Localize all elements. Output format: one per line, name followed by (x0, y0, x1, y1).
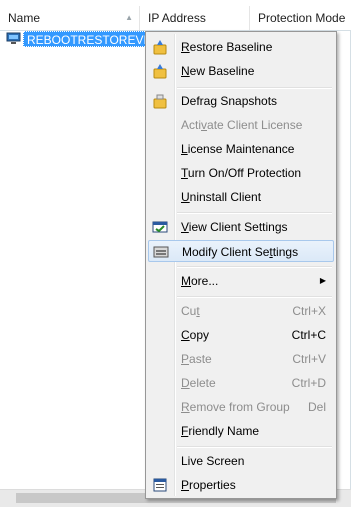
menu-item-delete: Delete Ctrl+D (148, 372, 334, 394)
menu-item-label: View Client Settings (181, 220, 288, 234)
menu-item-label: Activate Client License (181, 118, 303, 132)
properties-icon (153, 478, 167, 492)
menu-item-copy[interactable]: Copy Ctrl+C (148, 324, 334, 346)
menu-separator (177, 296, 332, 298)
modify-settings-icon (153, 246, 169, 258)
menu-separator (177, 212, 332, 214)
shortcut-label: Ctrl+C (291, 328, 326, 342)
column-header-name[interactable]: Name ▲ (0, 6, 140, 30)
shortcut-label: Ctrl+X (292, 304, 326, 318)
menu-item-label: New Baseline (181, 64, 255, 78)
menu-separator (177, 87, 332, 89)
menu-item-remove-from-group: Remove from Group Del (148, 396, 334, 418)
context-menu: Restore Baseline New Baseline Defrag Sna… (145, 31, 337, 499)
menu-item-label: Cut (181, 304, 200, 318)
table-row[interactable]: REBOOTRESTOREVM (4, 31, 158, 47)
menu-item-friendly-name[interactable]: Friendly Name (148, 420, 334, 442)
menu-item-live-screen[interactable]: Live Screen (148, 450, 334, 472)
column-header-protection-mode-label: Protection Mode (258, 11, 346, 25)
menu-item-modify-client-settings[interactable]: Modify Client Settings (148, 240, 334, 262)
menu-item-more[interactable]: More... ▶ (148, 270, 334, 292)
shortcut-label: Ctrl+V (292, 352, 326, 366)
menu-item-view-client-settings[interactable]: View Client Settings (148, 216, 334, 238)
menu-item-activate-client-license: Activate Client License (148, 114, 334, 136)
menu-item-label: Paste (181, 352, 212, 366)
menu-item-paste: Paste Ctrl+V (148, 348, 334, 370)
menu-item-restore-baseline[interactable]: Restore Baseline (148, 36, 334, 58)
menu-item-label: Properties (181, 478, 236, 492)
column-header-ip-address[interactable]: IP Address (140, 6, 250, 30)
sort-ascending-icon: ▲ (125, 13, 133, 22)
view-settings-icon (152, 221, 168, 233)
menu-item-label: Defrag Snapshots (181, 94, 278, 108)
menu-item-label: Turn On/Off Protection (181, 166, 302, 180)
shortcut-label: Ctrl+D (291, 376, 326, 390)
menu-separator (177, 266, 332, 268)
menu-item-license-maintenance[interactable]: License Maintenance (148, 138, 334, 160)
menu-item-label: Remove from Group (181, 400, 290, 414)
menu-item-label: Friendly Name (181, 424, 260, 438)
shortcut-label: Del (307, 400, 326, 414)
menu-item-defrag-snapshots[interactable]: Defrag Snapshots (148, 90, 334, 112)
column-header-name-label: Name (8, 11, 41, 25)
menu-item-properties[interactable]: Properties (148, 474, 334, 496)
submenu-arrow-icon: ▶ (319, 276, 326, 285)
menu-item-label: Restore Baseline (181, 40, 273, 54)
menu-item-label: Uninstall Client (181, 190, 262, 204)
menu-item-label: Live Screen (181, 454, 245, 468)
menu-item-cut: Cut Ctrl+X (148, 300, 334, 322)
menu-separator (177, 446, 332, 448)
menu-item-label: Delete (181, 376, 216, 390)
list-header: Name ▲ IP Address Protection Mode (0, 6, 351, 31)
column-header-protection-mode[interactable]: Protection Mode (250, 6, 351, 30)
menu-item-new-baseline[interactable]: New Baseline (148, 60, 334, 82)
menu-item-label: Copy (181, 328, 210, 342)
menu-item-label: Modify Client Settings (182, 245, 299, 259)
computer-icon (6, 32, 21, 44)
row-name-selected[interactable]: REBOOTRESTOREVM (23, 31, 158, 47)
menu-item-label: More... (181, 274, 219, 288)
restore-baseline-icon (153, 40, 167, 55)
menu-item-label: License Maintenance (181, 142, 295, 156)
column-header-ip-address-label: IP Address (148, 11, 206, 25)
menu-item-turn-on-off-protection[interactable]: Turn On/Off Protection (148, 162, 334, 184)
menu-item-uninstall-client[interactable]: Uninstall Client (148, 186, 334, 208)
new-baseline-icon (153, 64, 167, 79)
defrag-snapshots-icon (153, 94, 167, 109)
